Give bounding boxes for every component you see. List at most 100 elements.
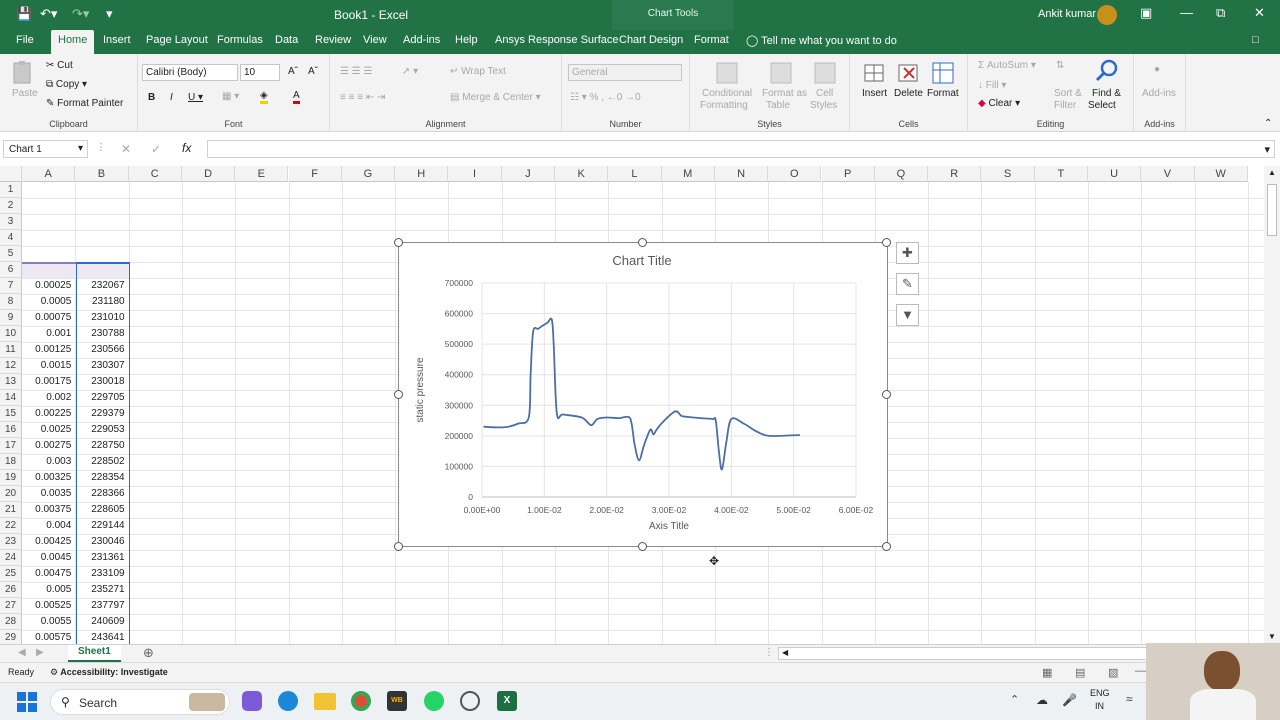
cut-button[interactable]: ✂ Cut [46, 60, 73, 71]
format-button[interactable]: Format [927, 88, 959, 99]
italic-button[interactable]: I [170, 92, 173, 103]
row-header-2[interactable]: 2 [0, 198, 22, 214]
column-header-c[interactable]: C [128, 166, 182, 182]
autosum-button[interactable]: Σ AutoSum ▾ [978, 60, 1036, 71]
excel-icon[interactable]: X [497, 691, 517, 711]
tab-file[interactable]: File [16, 34, 34, 46]
column-header-r[interactable]: R [928, 166, 982, 182]
font-size-select[interactable]: 10 [240, 64, 280, 81]
tab-ansys[interactable]: Ansys Response Surface [495, 34, 619, 46]
number-format-select[interactable]: General [568, 64, 682, 81]
insert-cells-icon[interactable] [862, 60, 888, 86]
cell-a8[interactable]: 0.0005 [22, 294, 75, 310]
row-header-20[interactable]: 20 [0, 486, 22, 502]
tab-insert[interactable]: Insert [103, 34, 131, 46]
conditional-formatting-button[interactable]: Conditional [702, 88, 752, 99]
cell-a12[interactable]: 0.0015 [22, 358, 75, 374]
column-header-t[interactable]: T [1034, 166, 1088, 182]
column-header-a[interactable]: A [22, 166, 76, 182]
addins-button[interactable]: Add-ins [1142, 88, 1176, 99]
row-header-19[interactable]: 19 [0, 470, 22, 486]
enter-formula-icon[interactable]: ✓ [151, 142, 161, 156]
cell-a10[interactable]: 0.001 [22, 326, 75, 342]
avatar[interactable] [1097, 5, 1117, 25]
windows-start-icon[interactable] [17, 692, 37, 712]
tab-page-layout[interactable]: Page Layout [146, 34, 208, 46]
find-select-button[interactable]: Find & [1092, 88, 1121, 99]
column-header-d[interactable]: D [181, 166, 236, 182]
row-header-23[interactable]: 23 [0, 534, 22, 550]
copy-button[interactable]: ⧉ Copy ▾ [46, 79, 87, 90]
row-header-7[interactable]: 7 [0, 278, 22, 294]
row-header-9[interactable]: 9 [0, 310, 22, 326]
cell-a14[interactable]: 0.002 [22, 390, 75, 406]
resize-handle-se[interactable] [882, 542, 891, 551]
vertical-scrollbar[interactable]: ▲ ▼ [1264, 166, 1280, 644]
align-top-icon[interactable]: ☰ ☰ ☰ [340, 66, 372, 77]
resize-handle-w[interactable] [394, 390, 403, 399]
resize-handle-e[interactable] [882, 390, 891, 399]
align-left-icon[interactable]: ≡ ≡ ≡ ⇤ ⇥ [340, 92, 385, 103]
row-header-28[interactable]: 28 [0, 614, 22, 630]
row-header-1[interactable]: 1 [0, 182, 22, 198]
row-header-15[interactable]: 15 [0, 406, 22, 422]
row-header-24[interactable]: 24 [0, 550, 22, 566]
chart-1[interactable]: 0 100000 200000 300000 400000 500000 600000 700… [398, 242, 888, 547]
scroll-left-icon[interactable]: ◀ [782, 648, 788, 657]
clear-button[interactable]: ◆ Clear ▾ [978, 98, 1020, 109]
row-header-4[interactable]: 4 [0, 230, 22, 246]
collapse-ribbon-icon[interactable]: ⌃ [1264, 118, 1272, 129]
show-hidden-icons[interactable]: ⌃ [1010, 693, 1019, 706]
resize-handle-ne[interactable] [882, 238, 891, 247]
add-sheet-icon[interactable]: ⊕ [143, 645, 154, 661]
tab-chart-design[interactable]: Chart Design [619, 34, 683, 46]
fill-color-icon[interactable]: ◈ [260, 90, 268, 104]
chart-elements-button[interactable]: ✚ [896, 242, 919, 264]
row-header-29[interactable]: 29 [0, 630, 22, 644]
row-header-11[interactable]: 11 [0, 342, 22, 358]
row-header-5[interactable]: 5 [0, 246, 22, 262]
column-header-n[interactable]: N [714, 166, 769, 182]
taskbar-search[interactable]: ⚲ Search [50, 689, 230, 715]
user-name[interactable]: Ankit kumar [1038, 8, 1096, 20]
tab-home[interactable]: Home [51, 30, 95, 54]
minimize-button[interactable]: — [1180, 5, 1193, 20]
row-header-10[interactable]: 10 [0, 326, 22, 342]
chart-filters-button[interactable]: ▼ [896, 304, 919, 326]
tell-me-search[interactable]: ◯ Tell me what you want to do [746, 34, 897, 47]
accessibility-status[interactable]: ⚙ Accessibility: Investigate [50, 667, 168, 678]
cell-a18[interactable]: 0.003 [22, 454, 75, 470]
row-header-17[interactable]: 17 [0, 438, 22, 454]
format-cells-icon[interactable] [930, 60, 956, 86]
find-select-icon[interactable] [1094, 58, 1120, 84]
cell-styles-icon[interactable] [812, 60, 838, 86]
copilot-icon[interactable] [242, 691, 262, 711]
language-eng[interactable]: ENG [1090, 688, 1110, 698]
paste-icon[interactable] [10, 60, 36, 86]
tab-format[interactable]: Format [694, 34, 729, 46]
column-header-s[interactable]: S [981, 166, 1035, 182]
cell-a16[interactable]: 0.0025 [22, 422, 75, 438]
chevron-down-icon[interactable]: ▾ [78, 143, 83, 154]
row-header-16[interactable]: 16 [0, 422, 22, 438]
workbench-icon[interactable]: WB [387, 691, 407, 711]
cell-a19[interactable]: 0.00325 [22, 470, 75, 486]
cell-a22[interactable]: 0.004 [22, 518, 75, 534]
cell-a13[interactable]: 0.00175 [22, 374, 75, 390]
resize-handle-sw[interactable] [394, 542, 403, 551]
bold-button[interactable]: B [148, 92, 155, 103]
cell-a23[interactable]: 0.00425 [22, 534, 75, 550]
conditional-formatting-icon[interactable] [714, 60, 740, 86]
wifi-icon[interactable]: ≈ [1126, 692, 1133, 706]
row-header-26[interactable]: 26 [0, 582, 22, 598]
chart-styles-button[interactable]: ✎ [896, 273, 919, 295]
row-header-13[interactable]: 13 [0, 374, 22, 390]
ribbon-display-icon[interactable]: ▣ [1140, 5, 1152, 21]
insert-function-icon[interactable]: fx [182, 141, 191, 155]
undo-icon[interactable]: ↶▾ [40, 6, 57, 22]
redo-icon[interactable]: ↷▾ [72, 6, 89, 22]
row-header-22[interactable]: 22 [0, 518, 22, 534]
close-button[interactable]: ✕ [1254, 5, 1265, 21]
insert-button[interactable]: Insert [862, 88, 887, 99]
row-header-12[interactable]: 12 [0, 358, 22, 374]
